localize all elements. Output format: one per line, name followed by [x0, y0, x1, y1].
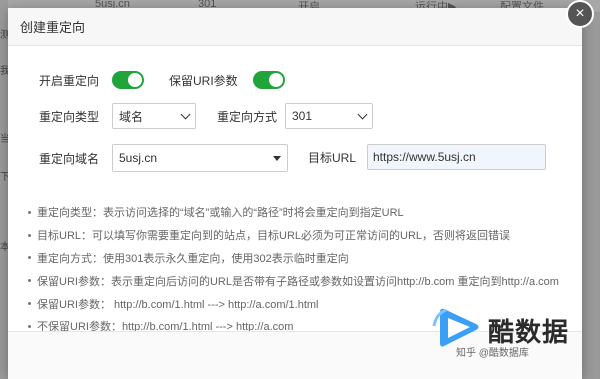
- enable-redirect-toggle[interactable]: [112, 71, 145, 89]
- target-url-input[interactable]: https://www.5usj.cn: [367, 144, 546, 170]
- redirect-domain-value: 5usj.cn: [119, 151, 158, 165]
- enable-redirect-label: 开启重定向: [39, 73, 100, 88]
- note-text: 重定向方式：使用301表示永久重定向，使用302表示临时重定向: [37, 252, 349, 265]
- redirect-type-row: 重定向类型 域名: [39, 103, 196, 129]
- bullet-icon: [28, 256, 31, 260]
- redirect-domain-label: 重定向域名: [39, 151, 100, 166]
- caret-down-icon: [273, 155, 281, 161]
- redirect-domain-row: 重定向域名 5usj.cn: [39, 144, 288, 172]
- redirect-domain-select[interactable]: 5usj.cn: [112, 144, 288, 172]
- redirect-type-value: 域名: [119, 109, 144, 124]
- close-button[interactable]: ×: [566, 0, 594, 28]
- note-item: 重定向类型：表示访问选择的“域名”或输入的“路径”时将会重定向到指定URL: [28, 201, 578, 224]
- target-url-row: 目标URL https://www.5usj.cn: [308, 144, 546, 170]
- dialog-header: 创建重定向: [8, 8, 582, 46]
- bullet-icon: [28, 210, 31, 214]
- redirect-type-select[interactable]: 域名: [112, 103, 196, 129]
- target-url-label: 目标URL: [308, 150, 357, 165]
- watermark: 酷数据 知乎 @酷数据库: [430, 306, 600, 376]
- keep-uri-toggle[interactable]: [252, 71, 285, 89]
- note-item: 重定向方式：使用301表示永久重定向，使用302表示临时重定向: [28, 247, 578, 270]
- redirect-method-row: 重定向方式 301: [217, 103, 373, 129]
- dialog-title: 创建重定向: [20, 20, 86, 35]
- keep-uri-label: 保留URI参数: [169, 73, 238, 88]
- note-item: 目标URL：可以填写你需要重定向到的站点，目标URL必须为可正常访问的URL，否…: [28, 224, 578, 247]
- note-text: 保留URI参数： http://b.com/1.html ---> http:/…: [37, 298, 319, 311]
- redirect-method-value: 301: [292, 109, 313, 123]
- enable-redirect-row: 开启重定向: [39, 71, 145, 89]
- chevron-down-icon: [357, 109, 368, 119]
- note-text: 保留URI参数：表示重定向后访问的URL是否带有子路径或参数如设置访问http:…: [37, 275, 559, 288]
- background-left-column: 测 我 当 下 本: [0, 0, 10, 379]
- redirect-type-label: 重定向类型: [39, 109, 100, 124]
- chevron-down-icon: [180, 109, 191, 119]
- note-item: 保留URI参数：表示重定向后访问的URL是否带有子路径或参数如设置访问http:…: [28, 269, 578, 292]
- close-icon: ×: [575, 5, 585, 22]
- bullet-icon: [28, 279, 31, 283]
- bullet-icon: [28, 324, 31, 328]
- note-text: 重定向类型：表示访问选择的“域名”或输入的“路径”时将会重定向到指定URL: [37, 207, 404, 220]
- watermark-subtitle: 知乎 @酷数据库: [456, 348, 529, 359]
- bullet-icon: [28, 302, 31, 306]
- redirect-method-label: 重定向方式: [217, 109, 278, 124]
- bullet-icon: [28, 233, 31, 237]
- keep-uri-row: 保留URI参数: [169, 71, 285, 89]
- note-text: 目标URL：可以填写你需要重定向到的站点，目标URL必须为可正常访问的URL，否…: [37, 230, 511, 243]
- redirect-method-select[interactable]: 301: [285, 103, 373, 129]
